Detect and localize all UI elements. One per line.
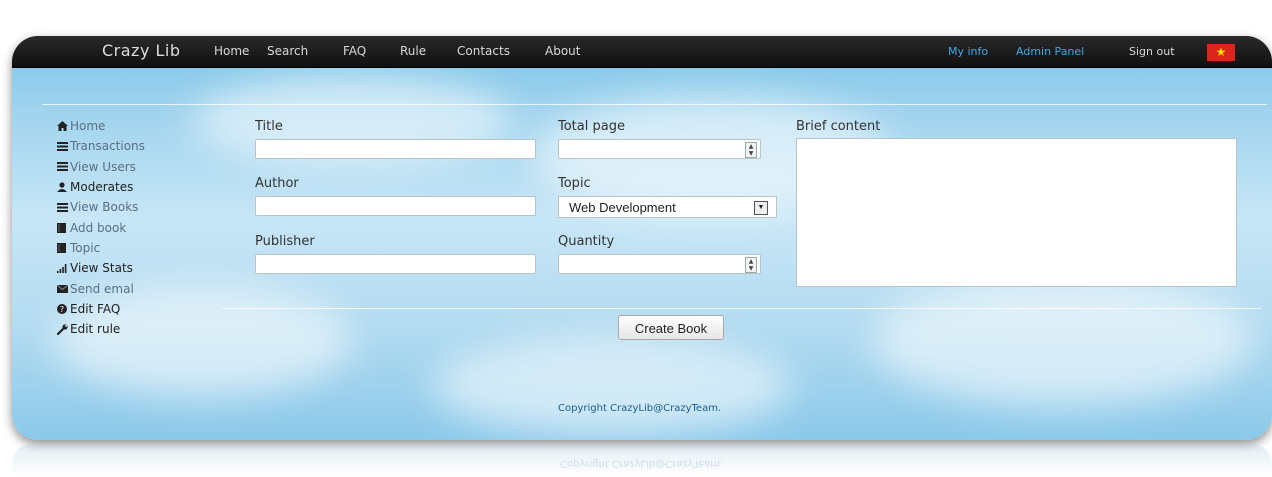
cloud-decoration [872, 276, 1252, 406]
sidebar-item-view-stats[interactable]: View Stats [56, 258, 145, 278]
create-book-button[interactable]: Create Book [618, 315, 724, 340]
nav-about[interactable]: About [545, 44, 580, 58]
sidebar-item-moderates[interactable]: Moderates [56, 177, 145, 197]
sidebar-item-label: Home [70, 119, 106, 134]
header-divider [42, 104, 1267, 105]
sidebar-item-label: Moderates [70, 180, 134, 195]
app-window: Crazy Lib Home Search FAQ Rule Contacts … [12, 36, 1272, 440]
brief-content-label: Brief content [796, 119, 881, 134]
total-page-input[interactable]: ▲ ▼ [558, 139, 761, 159]
sidebar-item-send-email[interactable]: Send emal [56, 278, 145, 298]
book-icon [56, 222, 68, 234]
title-input[interactable] [255, 139, 536, 159]
sidebar-item-label: Send emal [70, 281, 134, 296]
brand-logo[interactable]: Crazy Lib [102, 41, 181, 60]
total-page-label: Total page [558, 119, 625, 134]
nav-rule[interactable]: Rule [400, 44, 426, 58]
wrench-icon [56, 323, 68, 335]
sidebar-item-label: Topic [70, 240, 101, 255]
sidebar-item-edit-faq[interactable]: ? Edit FAQ [56, 299, 145, 319]
topic-label: Topic [558, 176, 591, 191]
user-icon [56, 181, 68, 193]
nav-my-info[interactable]: My info [948, 45, 988, 58]
quantity-input[interactable]: ▲ ▼ [558, 254, 761, 274]
publisher-label: Publisher [255, 234, 315, 249]
sidebar-item-label: Transactions [70, 139, 145, 154]
sidebar-item-transactions[interactable]: Transactions [56, 136, 145, 156]
top-navbar: Crazy Lib Home Search FAQ Rule Contacts … [12, 36, 1272, 68]
nav-home[interactable]: Home [214, 44, 249, 58]
title-label: Title [255, 119, 283, 134]
book-icon [56, 242, 68, 254]
nav-contacts[interactable]: Contacts [457, 44, 510, 58]
total-page-spinner[interactable]: ▲ ▼ [745, 142, 757, 158]
home-icon [56, 120, 68, 132]
cloud-decoration [432, 336, 792, 436]
publisher-input[interactable] [255, 254, 536, 274]
list-icon [56, 161, 68, 173]
sidebar-item-add-book[interactable]: Add book [56, 217, 145, 237]
sidebar-item-view-books[interactable]: View Books [56, 197, 145, 217]
sidebar-item-home[interactable]: Home [56, 116, 145, 136]
copyright-text: Copyright CrazyLib@CrazyTeam. [558, 403, 722, 414]
list-icon [56, 140, 68, 152]
topic-selected-value: Web Development [569, 200, 676, 215]
nav-sign-out[interactable]: Sign out [1129, 45, 1175, 58]
nav-faq[interactable]: FAQ [343, 44, 366, 58]
quantity-spinner[interactable]: ▲ ▼ [745, 257, 757, 273]
reflection-copyright: Copyright CrazyLib@CrazyTeam. [560, 458, 724, 469]
sidebar-item-topic[interactable]: Topic [56, 238, 145, 258]
question-icon: ? [56, 303, 68, 315]
sidebar-item-view-users[interactable]: View Users [56, 157, 145, 177]
envelope-icon [56, 283, 68, 295]
quantity-label: Quantity [558, 234, 615, 249]
nav-search[interactable]: Search [267, 44, 308, 58]
brief-content-textarea[interactable] [796, 138, 1237, 287]
sidebar-item-label: View Stats [70, 261, 133, 276]
sidebar-item-label: Add book [70, 220, 127, 235]
sidebar-item-label: View Users [70, 159, 136, 174]
sidebar-item-edit-rule[interactable]: Edit rule [56, 319, 145, 339]
sidebar-item-label: Edit rule [70, 322, 121, 337]
form-divider [222, 308, 1262, 309]
language-flag-icon[interactable]: ★ [1207, 44, 1235, 61]
sidebar-item-label: Edit FAQ [70, 301, 121, 316]
author-label: Author [255, 176, 299, 191]
svg-text:?: ? [60, 305, 64, 314]
admin-sidebar: Home Transactions View Users Moderates V… [56, 116, 145, 339]
sidebar-item-label: View Books [70, 200, 139, 215]
nav-admin-panel[interactable]: Admin Panel [1016, 45, 1084, 58]
signal-icon [56, 262, 68, 274]
topic-select[interactable]: Web Development ▼ [558, 196, 777, 218]
chevron-down-icon[interactable]: ▼ [754, 201, 768, 215]
author-input[interactable] [255, 196, 536, 216]
list-icon [56, 201, 68, 213]
